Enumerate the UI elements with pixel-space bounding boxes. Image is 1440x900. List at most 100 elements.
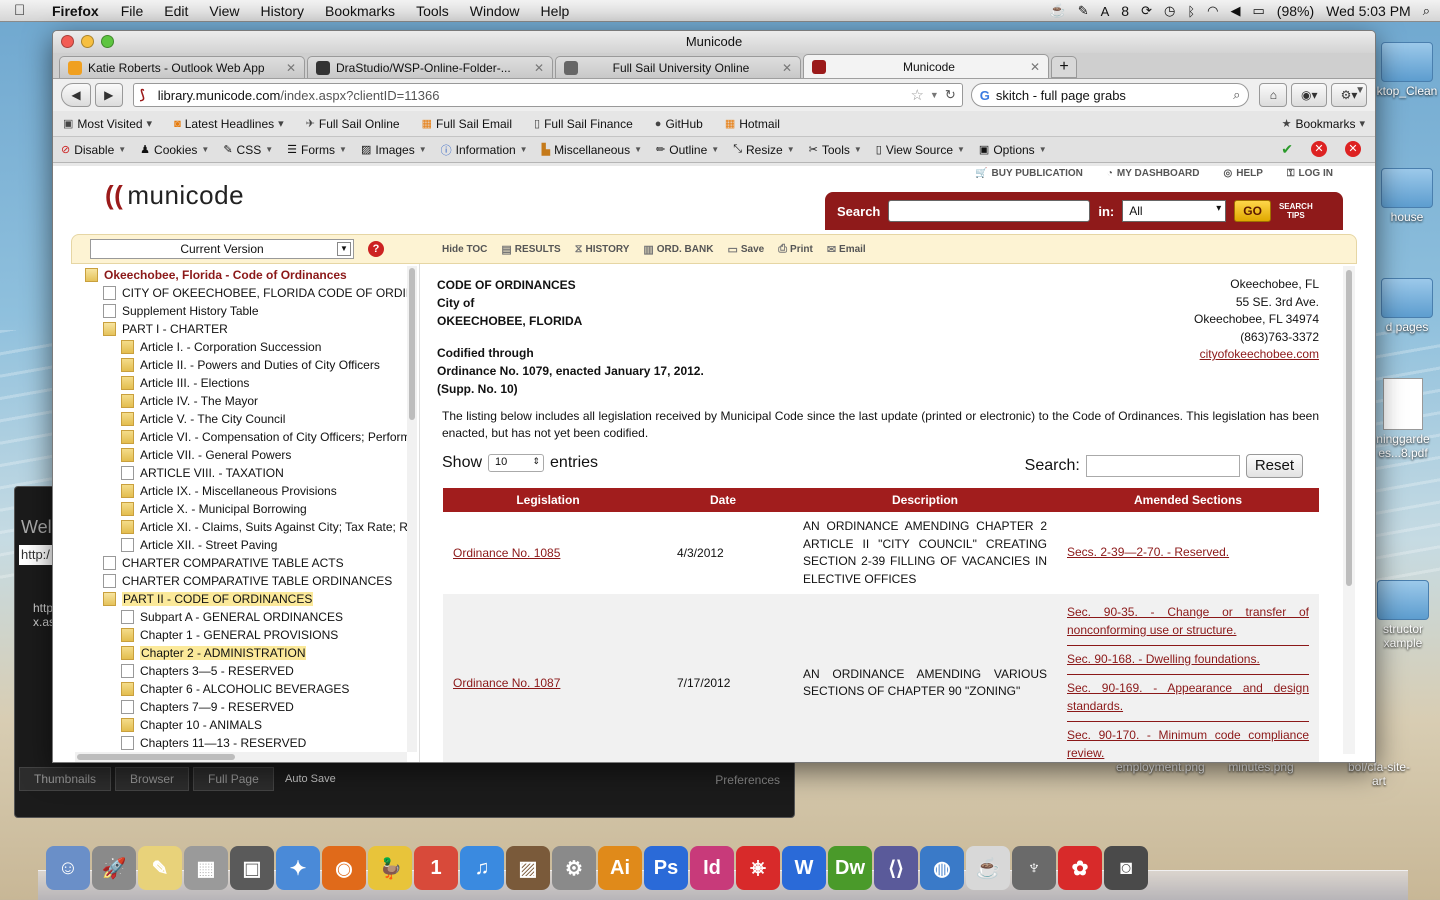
ord-bank-button[interactable]: ▥ ORD. BANK <box>643 243 713 256</box>
dock-creative-cloud-icon[interactable]: ✿ <box>1058 846 1102 890</box>
bookmarks-menu-button[interactable]: ★ Bookmarks ▾ <box>1282 117 1365 131</box>
addon-button[interactable]: ◉▾ <box>1291 83 1328 107</box>
desktop-icon[interactable]: ktop_Clean <box>1372 42 1440 98</box>
toc-item[interactable]: Chapter 10 - ANIMALS <box>75 716 411 734</box>
sync-icon[interactable]: ⟳ <box>1141 3 1152 19</box>
toc-vertical-scrollbar[interactable] <box>407 266 417 752</box>
apple-icon[interactable]:  <box>14 2 32 19</box>
back-button[interactable]: ◀ <box>61 83 91 107</box>
my-dashboard-link[interactable]: ◔ MY DASHBOARD <box>1107 168 1200 179</box>
version-select[interactable]: Current Version ▼ <box>90 239 354 259</box>
buy-publication-link[interactable]: 🛒 BUY PUBLICATION <box>975 168 1083 179</box>
tab-full-page[interactable]: Full Page <box>193 767 274 791</box>
toc-item[interactable]: Chapters 7—9 - RESERVED <box>75 698 411 716</box>
toc-item[interactable]: Article V. - The City Council <box>75 410 411 428</box>
menu-history[interactable]: History <box>260 3 304 19</box>
battery-icon[interactable]: ▭ <box>1253 3 1265 19</box>
minimize-window-button[interactable] <box>81 35 94 48</box>
dev-disable[interactable]: ⊘ Disable ▼ <box>61 143 126 157</box>
toc-horizontal-scrollbar[interactable] <box>75 752 407 762</box>
dock-iphoto-icon[interactable]: ▨ <box>506 846 550 890</box>
auto-save-checkbox[interactable]: Auto Save <box>285 773 336 785</box>
column-header-date[interactable]: Date <box>653 488 793 512</box>
document-scrollbar[interactable] <box>1343 266 1355 754</box>
results-button[interactable]: ▤ RESULTS <box>501 243 560 256</box>
wifi-icon[interactable]: ◠ <box>1207 3 1218 19</box>
google-icon[interactable]: G <box>980 88 990 103</box>
bookmark-full-sail-email[interactable]: ▦ Full Sail Email <box>422 117 512 131</box>
toc-item[interactable]: Supplement History Table <box>75 302 411 320</box>
go-button[interactable]: GO <box>1234 200 1271 222</box>
bookmark-github[interactable]: ● GitHub <box>655 117 703 131</box>
toc-item[interactable]: Chapter 2 - ADMINISTRATION <box>75 644 411 662</box>
bookmark-star-icon[interactable]: ☆ <box>910 86 923 104</box>
dock-word-icon[interactable]: W <box>782 846 826 890</box>
toc-item[interactable]: ARTICLE VIII. - TAXATION <box>75 464 411 482</box>
desktop-icon[interactable]: house <box>1372 168 1440 224</box>
url-history-dropdown-icon[interactable]: ▼ <box>930 90 939 100</box>
dev-options[interactable]: ▣ Options ▼ <box>979 143 1047 157</box>
url-text[interactable]: library.municode.com/index.aspx?clientID… <box>158 88 911 103</box>
css-error-icon[interactable]: ✕ <box>1311 141 1327 157</box>
bookmark-most-visited[interactable]: ▣ Most Visited ▾ <box>63 117 152 131</box>
dev-tools[interactable]: ✂ Tools ▼ <box>809 143 862 157</box>
coffee-icon[interactable]: ☕ <box>1050 3 1066 19</box>
toc-item[interactable]: Article I. - Corporation Succession <box>75 338 411 356</box>
dock-firefox-icon[interactable]: ◉ <box>322 846 366 890</box>
help-icon[interactable]: ? <box>368 241 384 257</box>
toc-item[interactable]: Okeechobee, Florida - Code of Ordinances <box>75 266 411 284</box>
toc-item[interactable]: Subpart A - GENERAL ORDINANCES <box>75 608 411 626</box>
browser-tab-fullsail[interactable]: Full Sail University Online ✕ <box>555 56 801 78</box>
bookmark-hotmail[interactable]: ▦ Hotmail <box>725 117 780 131</box>
table-search-input[interactable] <box>1085 455 1240 477</box>
dev-forms[interactable]: ☰ Forms ▼ <box>287 143 347 157</box>
search-scope-select[interactable]: All <box>1122 200 1227 222</box>
toc-item[interactable]: Article XII. - Street Paving <box>75 536 411 554</box>
reset-button[interactable]: Reset <box>1245 454 1303 478</box>
dev-view-source[interactable]: ▯ View Source ▼ <box>876 143 965 157</box>
amended-section-link[interactable]: Sec. 90-168. - Dwelling foundations. <box>1067 646 1309 675</box>
dev-miscellaneous[interactable]: ▙ Miscellaneous ▼ <box>542 143 642 157</box>
city-website-link[interactable]: cityofokeechobee.com <box>1194 346 1319 364</box>
close-tab-icon[interactable]: ✕ <box>286 61 296 75</box>
dock-photo-booth-icon[interactable]: ▣ <box>230 846 274 890</box>
js-error-icon[interactable]: ✕ <box>1345 141 1361 157</box>
dev-cookies[interactable]: ♟ Cookies ▼ <box>140 143 209 157</box>
dev-css[interactable]: ✎ CSS ▼ <box>223 143 273 157</box>
desktop-icon[interactable]: ninggarde es...8.pdf <box>1368 378 1438 460</box>
new-tab-button[interactable]: + <box>1051 56 1077 78</box>
dock-calculator-icon[interactable]: ▦ <box>184 846 228 890</box>
tab-browser[interactable]: Browser <box>115 767 190 791</box>
menu-app-name[interactable]: Firefox <box>52 3 99 19</box>
help-link[interactable]: ◎ HELP <box>1224 168 1263 179</box>
bookmark-full-sail-finance[interactable]: ▯ Full Sail Finance <box>534 117 633 131</box>
dock-system-preferences-icon[interactable]: ⚙ <box>552 846 596 890</box>
toc-item[interactable]: Article IX. - Miscellaneous Provisions <box>75 482 411 500</box>
desktop-icon[interactable]: bol/cfa-site-art <box>1344 760 1414 788</box>
entries-select[interactable]: 10 <box>488 454 545 472</box>
toc-item[interactable]: Chapters 3—5 - RESERVED <box>75 662 411 680</box>
browser-tab-outlook[interactable]: Katie Roberts - Outlook Web App ✕ <box>59 56 305 78</box>
menu-bookmarks[interactable]: Bookmarks <box>325 3 395 19</box>
battery-percent[interactable]: (98%) <box>1277 3 1314 19</box>
dock-safari-icon[interactable]: ✦ <box>276 846 320 890</box>
dock-stickies-icon[interactable]: ✎ <box>138 846 182 890</box>
url-bar[interactable]: ⟆ library.municode.com/index.aspx?client… <box>132 83 963 107</box>
toc-item[interactable]: PART I - CHARTER <box>75 320 411 338</box>
dock-coda-icon[interactable]: ⟨⟩ <box>874 846 918 890</box>
scrollbar-thumb[interactable] <box>1346 270 1352 586</box>
close-tab-icon[interactable]: ✕ <box>782 61 792 75</box>
toc-item[interactable]: PART II - CODE OF ORDINANCES <box>75 590 411 608</box>
toc-item[interactable]: Article VI. - Compensation of City Offic… <box>75 428 411 446</box>
tab-list-icon[interactable]: ▼ <box>1355 85 1365 96</box>
toc-item[interactable]: Article IV. - The Mayor <box>75 392 411 410</box>
toc-item[interactable]: Chapters 11—13 - RESERVED <box>75 734 411 752</box>
close-window-button[interactable] <box>61 35 74 48</box>
dock-screenshot-icon[interactable]: ◙ <box>1104 846 1148 890</box>
tab-thumbnails[interactable]: Thumbnails <box>19 767 112 791</box>
toc-item[interactable]: CITY OF OKEECHOBEE, FLORIDA CODE OF ORDI… <box>75 284 411 302</box>
print-button[interactable]: ⎙ Print <box>778 243 813 256</box>
preferences-button[interactable]: Preferences <box>715 773 780 787</box>
scrollbar-thumb[interactable] <box>409 268 415 420</box>
dock-dreamweaver-icon[interactable]: Dw <box>828 846 872 890</box>
